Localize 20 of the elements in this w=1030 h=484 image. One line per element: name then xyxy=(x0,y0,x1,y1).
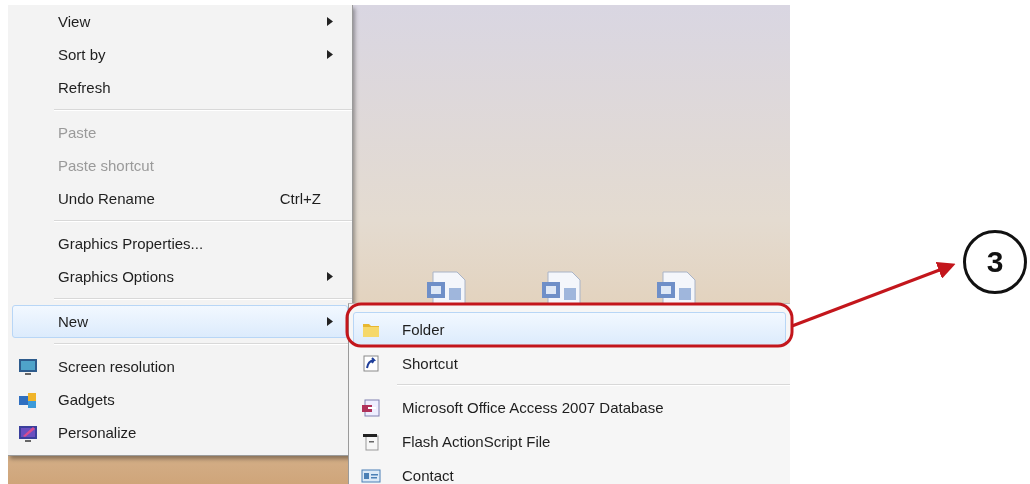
menu-item[interactable]: Graphics Properties... xyxy=(12,227,348,260)
menu-item[interactable]: Folder xyxy=(353,312,786,346)
menu-item[interactable]: Screen resolution xyxy=(12,350,348,383)
menu-item[interactable]: Refresh xyxy=(12,71,348,104)
monitor-icon xyxy=(17,356,39,377)
menu-item[interactable]: Microsoft Office Access 2007 Database xyxy=(353,390,786,424)
menu-item[interactable]: Personalize xyxy=(12,416,348,449)
step-number: 3 xyxy=(963,230,1027,294)
menu-item[interactable]: View xyxy=(12,5,348,38)
menu-item[interactable]: Contact xyxy=(353,458,786,484)
shortcut-text: Ctrl+Z xyxy=(279,190,321,207)
menu-item[interactable]: Graphics Options xyxy=(12,260,348,293)
document-icon xyxy=(360,397,382,417)
document-icon xyxy=(360,431,382,451)
menu-item[interactable]: Undo Rename Ctrl+Z xyxy=(12,182,348,215)
menu-item[interactable]: Flash ActionScript File xyxy=(353,424,786,458)
menu-item[interactable]: New xyxy=(12,305,348,338)
menu-item[interactable]: Shortcut xyxy=(353,346,786,380)
menu-item[interactable]: Gadgets xyxy=(12,383,348,416)
menu-item[interactable]: Sort by xyxy=(12,38,348,71)
